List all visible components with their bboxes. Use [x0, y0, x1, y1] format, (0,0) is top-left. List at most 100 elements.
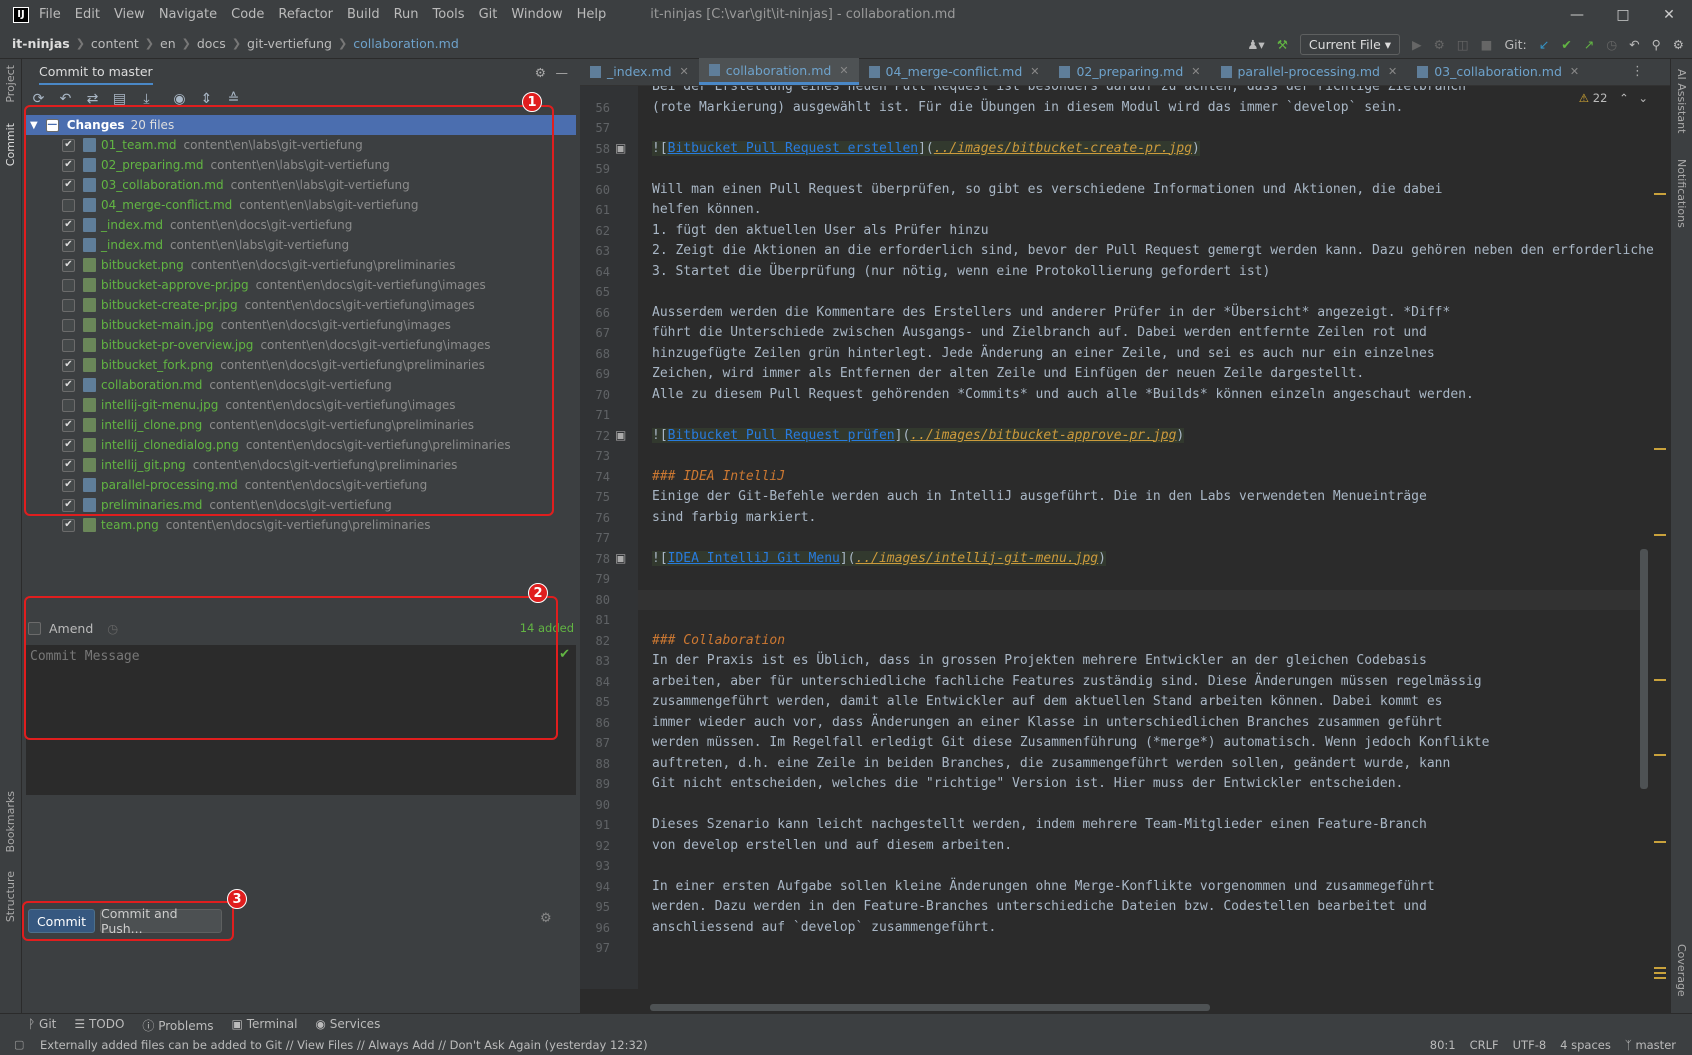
tool-button-terminal[interactable]: ▣ Terminal	[232, 1017, 298, 1034]
project-tool-tab[interactable]: Project	[4, 65, 17, 103]
coverage-tool-tab[interactable]: Coverage	[1675, 944, 1688, 997]
rollback-icon[interactable]: ↶	[1629, 37, 1639, 52]
image-preview-icon[interactable]: ▣	[615, 551, 626, 565]
ai-assistant-tool-tab[interactable]: AI Assistant	[1675, 69, 1688, 133]
inspection-widget[interactable]: ⚠ 22 ⌃ ⌄	[1579, 91, 1648, 105]
close-tab-icon[interactable]: ✕	[1191, 65, 1200, 78]
caret-position[interactable]: 80:1	[1430, 1038, 1456, 1052]
image-preview-icon[interactable]: ▣	[615, 141, 626, 155]
breadcrumb-item[interactable]: en	[160, 36, 176, 51]
menu-item-build[interactable]: Build	[347, 7, 380, 22]
editor-tab[interactable]: parallel-processing.md ✕	[1211, 58, 1408, 85]
close-tab-icon[interactable]: ✕	[1570, 65, 1579, 78]
coverage-run-icon[interactable]: ◫	[1457, 37, 1469, 52]
indent-setting[interactable]: 4 spaces	[1560, 1038, 1611, 1052]
build-hammer-icon[interactable]: ⚒	[1277, 37, 1288, 52]
breadcrumb-item[interactable]: collaboration.md	[353, 36, 459, 51]
file-encoding[interactable]: UTF-8	[1513, 1038, 1547, 1052]
run-icon[interactable]: ▶	[1412, 37, 1422, 52]
breadcrumb-item[interactable]: it-ninjas	[12, 36, 70, 51]
line-number: 94	[595, 879, 610, 894]
code-line: zusammengeführt werden, damit alle Entwi…	[652, 694, 1443, 709]
code-line: 2. Zeigt die Aktionen an die erforderlic…	[652, 243, 1654, 258]
close-tab-icon[interactable]: ✕	[839, 64, 848, 77]
editor-horizontal-scrollbar[interactable]	[650, 1004, 1210, 1011]
git-commit-icon[interactable]: ✔	[1561, 37, 1571, 52]
close-icon[interactable]: ✕	[1646, 0, 1692, 29]
git-branch-widget[interactable]: ᛉ master	[1625, 1038, 1676, 1052]
branch-icon: ᛉ	[1624, 1038, 1636, 1052]
menu-item-refactor[interactable]: Refactor	[278, 7, 333, 22]
editor-tab-label: collaboration.md	[725, 62, 832, 78]
close-tab-icon[interactable]: ✕	[1030, 65, 1039, 78]
commit-panel-title[interactable]: Commit to master	[39, 60, 153, 85]
editor-tab[interactable]: collaboration.md ✕	[698, 58, 859, 85]
menu-item-file[interactable]: File	[39, 7, 61, 22]
current-line-highlight	[638, 589, 1648, 610]
git-push-icon[interactable]: ↗	[1584, 37, 1594, 52]
structure-tool-tab[interactable]: Structure	[4, 871, 17, 922]
close-tab-icon[interactable]: ✕	[1388, 65, 1397, 78]
editor-tab[interactable]: 02_preparing.md ✕	[1049, 58, 1210, 85]
markdown-file-icon	[868, 65, 880, 78]
history-icon[interactable]: ◷	[1606, 37, 1617, 52]
more-tabs-icon[interactable]: ⋮	[1631, 64, 1644, 79]
image-preview-icon[interactable]: ▣	[615, 428, 626, 442]
status-message[interactable]: Externally added files can be added to G…	[40, 1038, 648, 1052]
tool-button-label: Git	[39, 1017, 57, 1031]
tool-button-problems[interactable]: ⓘ Problems	[142, 1017, 213, 1034]
settings-icon[interactable]: ⚙	[1673, 37, 1684, 52]
gear-icon[interactable]: ⚙	[535, 65, 546, 80]
git-label: Git:	[1504, 36, 1527, 52]
menu-item-help[interactable]: Help	[577, 7, 607, 22]
menu-item-tools[interactable]: Tools	[433, 7, 465, 22]
menu-item-navigate[interactable]: Navigate	[159, 7, 217, 22]
editor-tab[interactable]: 03_collaboration.md ✕	[1407, 58, 1589, 85]
breadcrumb-item[interactable]: docs	[197, 36, 226, 51]
git-update-icon[interactable]: ↙	[1539, 37, 1549, 52]
stop-icon[interactable]: ■	[1481, 37, 1493, 52]
breadcrumb-item[interactable]: git-vertiefung	[247, 36, 332, 51]
annotation-badge-3: 3	[227, 889, 247, 909]
minimize-icon[interactable]: —	[1554, 0, 1600, 29]
hide-icon[interactable]: —	[556, 65, 569, 80]
line-separator[interactable]: CRLF	[1470, 1038, 1499, 1052]
editor-vertical-scrollbar[interactable]	[1640, 549, 1648, 789]
chevron-down-icon[interactable]: ⌄	[1638, 91, 1648, 105]
user-icon[interactable]: ♟▾	[1247, 37, 1264, 52]
line-number: 87	[595, 736, 610, 750]
code-line: sind farbig markiert.	[652, 509, 817, 525]
run-config-select[interactable]: Current File ▾	[1299, 33, 1401, 55]
tool-button-services[interactable]: ◉ Services	[315, 1017, 380, 1034]
file-row[interactable]: ✔ team.png content\en\docs\git-vertiefung\…	[24, 515, 576, 535]
code-line: 3. Startet die Überprüfung (nur nötig, w…	[652, 263, 1271, 279]
commit-tool-tab[interactable]: Commit	[4, 123, 17, 166]
menu-item-git[interactable]: Git	[479, 7, 498, 22]
menu-item-edit[interactable]: Edit	[75, 7, 100, 22]
commit-options-gear-icon[interactable]: ⚙	[540, 911, 552, 926]
editor-tab[interactable]: 04_merge-conflict.md ✕	[859, 58, 1050, 85]
image-link[interactable]: ../images/intellij-git-menu.jpg	[856, 551, 1099, 566]
tool-button-git[interactable]: ᚹ Git	[28, 1017, 56, 1034]
debug-icon[interactable]: ⚙	[1434, 37, 1445, 52]
bookmarks-tool-tab[interactable]: Bookmarks	[4, 791, 17, 852]
maximize-icon[interactable]: □	[1600, 0, 1646, 29]
tool-button-todo[interactable]: ☰ TODO	[74, 1017, 124, 1034]
notifications-tool-tab[interactable]: Notifications	[1675, 159, 1688, 228]
image-link[interactable]: ../images/bitbucket-approve-pr.jpg	[910, 428, 1176, 443]
menu-item-run[interactable]: Run	[394, 7, 419, 22]
close-tab-icon[interactable]: ✕	[680, 65, 689, 78]
editor-tab[interactable]: _index.md ✕	[580, 58, 699, 85]
status-square-icon[interactable]: ▢	[14, 1038, 24, 1051]
code-view[interactable]: Bei der Erstellung eines neuen Pull Requ…	[580, 86, 1670, 989]
search-icon[interactable]: ⚲	[1652, 37, 1661, 52]
chevron-up-icon[interactable]: ⌃	[1619, 91, 1629, 105]
line-number: 74	[595, 469, 610, 484]
file-checkbox[interactable]: ✔	[62, 518, 75, 532]
line-number: 78	[595, 551, 610, 566]
breadcrumb-item[interactable]: content	[91, 36, 139, 51]
menu-item-view[interactable]: View	[114, 7, 145, 22]
image-link[interactable]: ../images/bitbucket-create-pr.jpg	[934, 141, 1192, 156]
menu-item-window[interactable]: Window	[511, 7, 562, 22]
menu-item-code[interactable]: Code	[231, 7, 264, 22]
